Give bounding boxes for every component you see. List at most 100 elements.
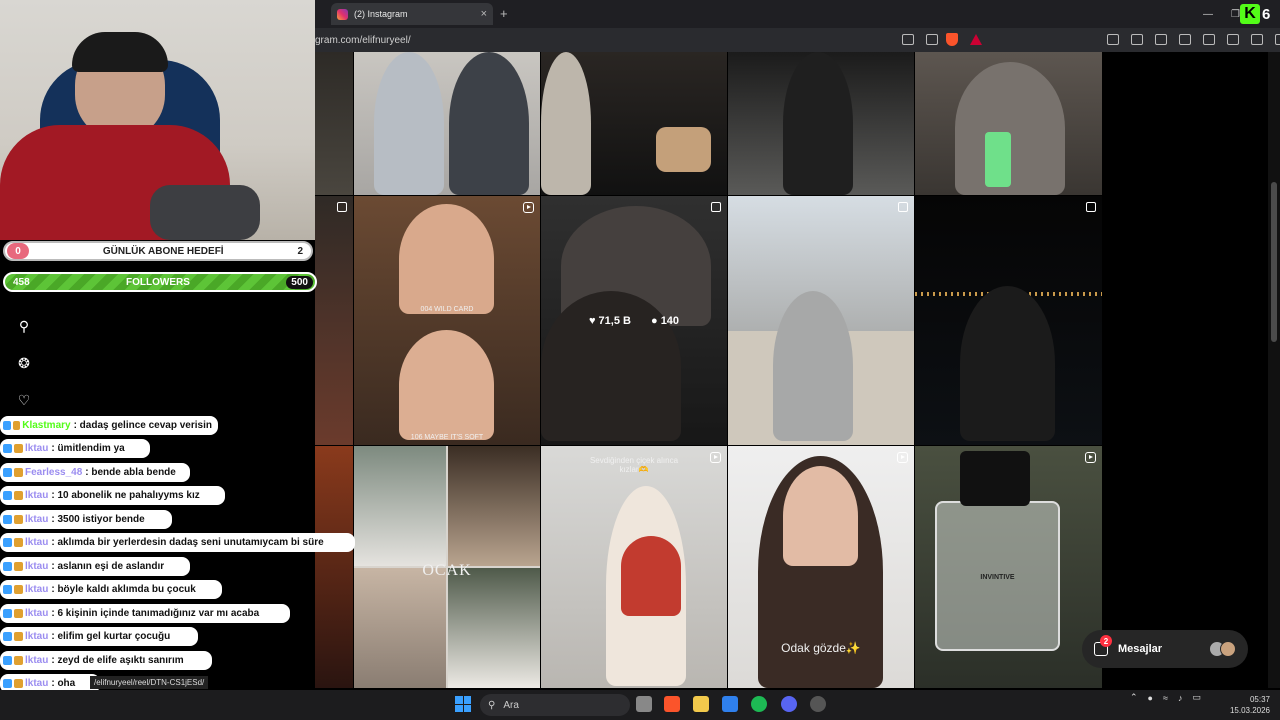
- gift-badge-icon: [14, 585, 23, 594]
- search-icon[interactable]: ⚲: [16, 318, 32, 334]
- battery-icon[interactable]: ▭: [1192, 692, 1201, 703]
- taskbar-clock[interactable]: 05:37 15.03.2026: [1224, 694, 1270, 716]
- comments-count: 140: [660, 314, 680, 327]
- chat-username[interactable]: lktau: [25, 443, 48, 454]
- share-icon[interactable]: [926, 34, 938, 45]
- grid-post[interactable]: [315, 446, 353, 688]
- grid-post[interactable]: [915, 52, 1102, 195]
- sub-badge-icon: [3, 491, 12, 500]
- taskbar-search[interactable]: ⚲ Ara: [480, 694, 630, 716]
- restore-icon[interactable]: ❐: [1231, 9, 1240, 20]
- instagram-sidenav: ⚲ ❂ ♡: [0, 300, 48, 430]
- discord-icon[interactable]: [781, 696, 797, 712]
- chat-username[interactable]: lktau: [25, 631, 48, 642]
- grid-post[interactable]: [541, 52, 727, 195]
- sub-badge-icon: [3, 609, 12, 618]
- gift-badge-icon: [14, 444, 23, 453]
- grid-post-odak[interactable]: Odak gözde✨: [728, 446, 914, 688]
- extensions-icon[interactable]: [1107, 34, 1119, 45]
- file-explorer-icon[interactable]: [693, 696, 709, 712]
- scroll-thumb[interactable]: [1271, 182, 1277, 342]
- chat-username[interactable]: lktau: [25, 514, 48, 525]
- goal-label: GÜNLÜK ABONE HEDEFİ: [102, 245, 224, 257]
- microphone-icon[interactable]: ●: [1148, 693, 1153, 703]
- chat-username[interactable]: lktau: [25, 584, 48, 595]
- task-view-icon[interactable]: [636, 696, 652, 712]
- wifi-icon[interactable]: ≈: [1163, 693, 1168, 703]
- messages-button[interactable]: 2 Mesajlar: [1082, 630, 1248, 668]
- menu-icon[interactable]: [1275, 34, 1280, 45]
- grid-post-flowers[interactable]: Sevdiğinden çiçek alınca kızlar🫶: [541, 446, 727, 688]
- tab-close-icon[interactable]: ×: [481, 8, 487, 20]
- app-icon[interactable]: [810, 696, 826, 712]
- sub-badge-icon: [3, 585, 12, 594]
- messages-badge: 2: [1100, 635, 1112, 647]
- carousel-icon: [337, 202, 347, 212]
- sub-badge-icon: [3, 562, 12, 571]
- reel-icon: [710, 452, 721, 463]
- volume-icon[interactable]: ♪: [1178, 693, 1183, 703]
- chat-username[interactable]: lktau: [25, 608, 48, 619]
- grid-post-lipstick[interactable]: 004 WILD CARD 106 MAYBE IT'S SOFT: [354, 196, 540, 445]
- carousel-icon: [1086, 202, 1096, 212]
- chat-text: : 10 abonelik ne pahalıyyms kız: [51, 490, 200, 501]
- notifications-heart-icon[interactable]: ♡: [16, 392, 32, 408]
- reader-icon[interactable]: [1131, 34, 1143, 45]
- wallet-icon[interactable]: [1203, 34, 1215, 45]
- chat-username[interactable]: lktau: [25, 561, 48, 572]
- followers-goal-bar: 458 FOLLOWERS 500: [3, 272, 317, 292]
- gift-badge-icon: [14, 632, 23, 641]
- grid-post-collage[interactable]: OCAK: [354, 446, 540, 688]
- grid-post[interactable]: [315, 196, 353, 445]
- chat-text: : bende abla bende: [85, 467, 176, 478]
- chat-username[interactable]: lktau: [25, 655, 48, 666]
- leo-icon[interactable]: [1227, 34, 1239, 45]
- page-scrollbar[interactable]: [1268, 52, 1280, 688]
- grid-post[interactable]: [728, 196, 914, 445]
- gift-badge-icon: [14, 609, 23, 618]
- grid-post[interactable]: [315, 52, 353, 195]
- sidebar-icon[interactable]: [1179, 34, 1191, 45]
- tab-instagram[interactable]: (2) Instagram ×: [331, 3, 493, 25]
- grid-post[interactable]: [728, 52, 914, 195]
- grid-post[interactable]: [354, 52, 540, 195]
- chat-message: lktau: aklımda bir yerlerdesin dadaş sen…: [0, 533, 355, 552]
- mail-icon[interactable]: [722, 696, 738, 712]
- vpn-icon[interactable]: [1251, 34, 1263, 45]
- grid-post-hovered[interactable]: ♥ 71,5 B ● 140: [541, 196, 727, 445]
- chat-username[interactable]: lktau: [25, 537, 48, 548]
- chat-username[interactable]: Fearless_48: [25, 467, 82, 478]
- music-icon[interactable]: [1155, 34, 1167, 45]
- caption-ocak: OCAK: [422, 562, 472, 579]
- new-tab-button[interactable]: +: [500, 6, 508, 21]
- grid-post-perfume[interactable]: INVINTIVE: [915, 446, 1102, 688]
- status-url: /elifnuryeel/reel/DTN-CS1jESd/: [90, 676, 209, 689]
- sub-badge-icon: [3, 656, 12, 665]
- chat-username[interactable]: Klastmary: [22, 420, 70, 431]
- windows-start-icon[interactable]: [455, 696, 471, 712]
- open-external-icon[interactable]: [902, 34, 914, 45]
- spotify-icon[interactable]: [751, 696, 767, 712]
- brave-rewards-icon[interactable]: [970, 34, 982, 45]
- taskbar-search-label: Ara: [503, 699, 519, 711]
- chat-username[interactable]: lktau: [25, 678, 48, 689]
- explore-icon[interactable]: ❂: [16, 355, 32, 371]
- chat-message: lktau: 10 abonelik ne pahalıyyms kız: [0, 486, 225, 505]
- chat-username[interactable]: lktau: [25, 490, 48, 501]
- followers-label: FOLLOWERS: [126, 276, 190, 288]
- chat-message: lktau: 3500 istiyor bende: [0, 510, 172, 529]
- goal-end: 2: [297, 245, 303, 257]
- url-text[interactable]: gram.com/elifnuryeel/: [315, 35, 411, 46]
- carousel-icon: [898, 202, 908, 212]
- sub-badge-icon: [3, 421, 11, 430]
- brave-shield-icon[interactable]: [946, 33, 958, 46]
- daily-sub-goal-bar: 0 GÜNLÜK ABONE HEDEFİ 2: [3, 241, 313, 261]
- chevron-up-icon[interactable]: ⌃: [1130, 692, 1138, 703]
- brave-taskbar-icon[interactable]: [664, 696, 680, 712]
- kick-count: 6: [1262, 5, 1271, 23]
- grid-post[interactable]: [915, 196, 1102, 445]
- reel-icon: [523, 202, 534, 213]
- minimize-icon[interactable]: —: [1203, 9, 1213, 20]
- sub-badge-icon: [3, 538, 12, 547]
- gift-badge-icon: [12, 421, 21, 430]
